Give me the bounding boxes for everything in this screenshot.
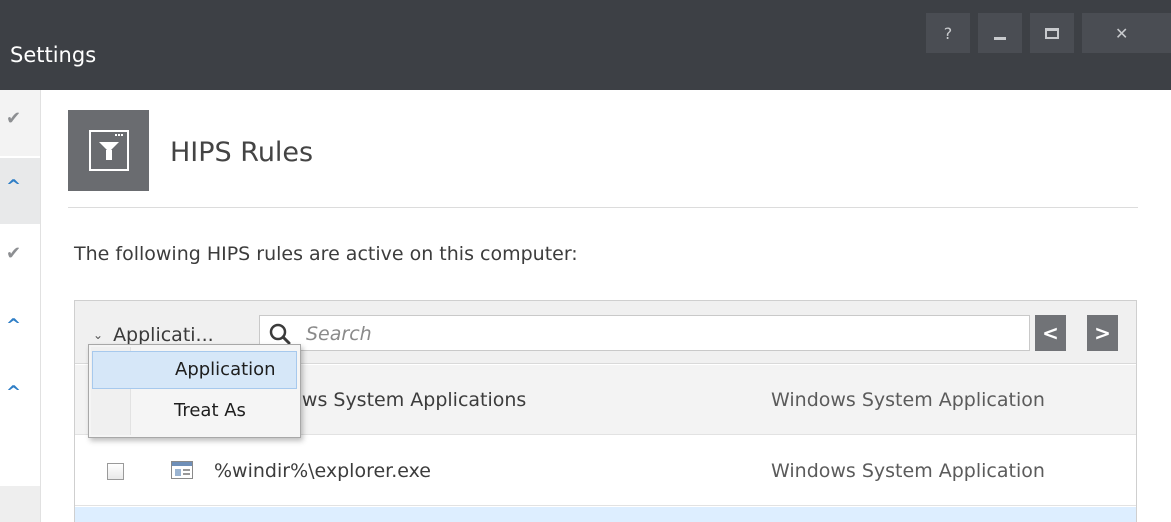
maximize-button[interactable] (1030, 13, 1074, 53)
chevron-up-icon[interactable]: ^ (6, 176, 21, 197)
maximize-icon (1045, 27, 1059, 39)
application-icon (171, 461, 193, 479)
chevron-down-icon: ⌄ (93, 328, 104, 342)
close-icon: ✕ (1115, 23, 1129, 43)
title-bar: Settings ? ✕ (0, 0, 1171, 90)
description-text: The following HIPS rules are active on t… (74, 243, 578, 265)
minimize-button[interactable] (978, 13, 1022, 53)
table-row[interactable] (75, 507, 1136, 522)
search-icon (269, 323, 291, 345)
table-row[interactable]: %windir%\explorer.exe Windows System App… (75, 436, 1136, 506)
next-page-button[interactable]: > (1087, 315, 1118, 351)
search-box: ✖ (259, 315, 1030, 351)
divider (68, 207, 1138, 208)
rule-treat-as: Windows System Application (771, 460, 1045, 482)
check-icon: ✔ (6, 108, 22, 129)
window-title: Settings (10, 43, 97, 67)
help-button[interactable]: ? (926, 13, 970, 53)
chevron-up-icon[interactable]: ^ (6, 315, 21, 336)
rule-application: %windir%\explorer.exe (214, 460, 431, 482)
group-treat-as: Windows System Application (771, 389, 1045, 411)
row-checkbox[interactable] (107, 463, 124, 480)
page-title: HIPS Rules (170, 137, 314, 168)
menu-item-treat-as[interactable]: Treat As (92, 393, 297, 431)
group-name: lows System Applications (285, 389, 527, 411)
sidebar: ✔ ^ ✔ ^ ^ (0, 90, 40, 522)
help-icon: ? (943, 23, 953, 43)
sidebar-divider (40, 90, 41, 522)
filter-dropdown-label: Applicati... (113, 324, 214, 346)
filter-icon (68, 110, 149, 191)
menu-item-application[interactable]: Application (92, 351, 297, 389)
chevron-up-icon[interactable]: ^ (6, 382, 21, 403)
chevron-left-icon: < (1042, 321, 1059, 345)
filter-menu: Application Treat As (88, 344, 301, 438)
previous-page-button[interactable]: < (1035, 315, 1066, 351)
minimize-icon (994, 36, 1006, 40)
close-button[interactable]: ✕ (1082, 13, 1171, 53)
sidebar-item[interactable] (0, 486, 40, 522)
chevron-right-icon: > (1094, 321, 1111, 345)
search-input[interactable] (306, 321, 966, 347)
check-icon: ✔ (6, 243, 22, 264)
